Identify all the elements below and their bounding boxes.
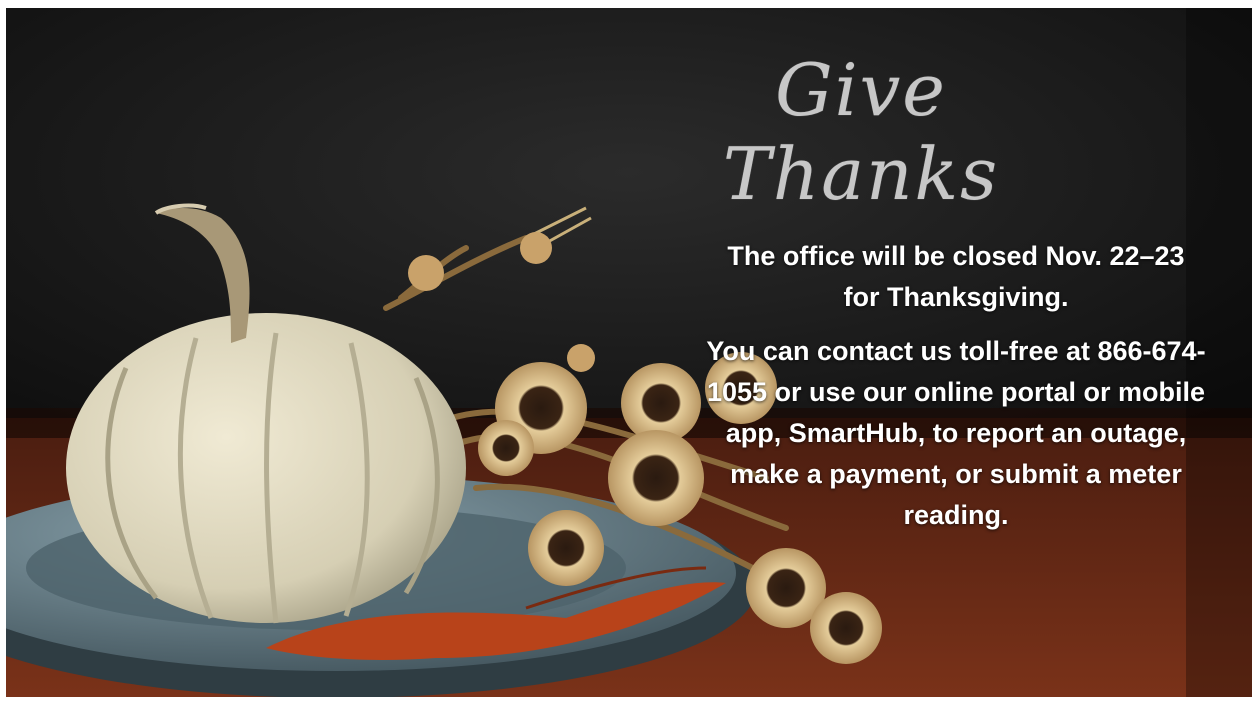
give-thanks-title: Give Thanks bbox=[722, 48, 1000, 216]
thanksgiving-banner: Give Thanks The office will be closed No… bbox=[6, 8, 1252, 697]
contact-notice: You can contact us toll-free at 866-674-… bbox=[706, 336, 1206, 530]
announcement-text: The office will be closed Nov. 22–23 for… bbox=[696, 236, 1216, 549]
closure-notice: The office will be closed Nov. 22–23 for… bbox=[727, 241, 1185, 312]
